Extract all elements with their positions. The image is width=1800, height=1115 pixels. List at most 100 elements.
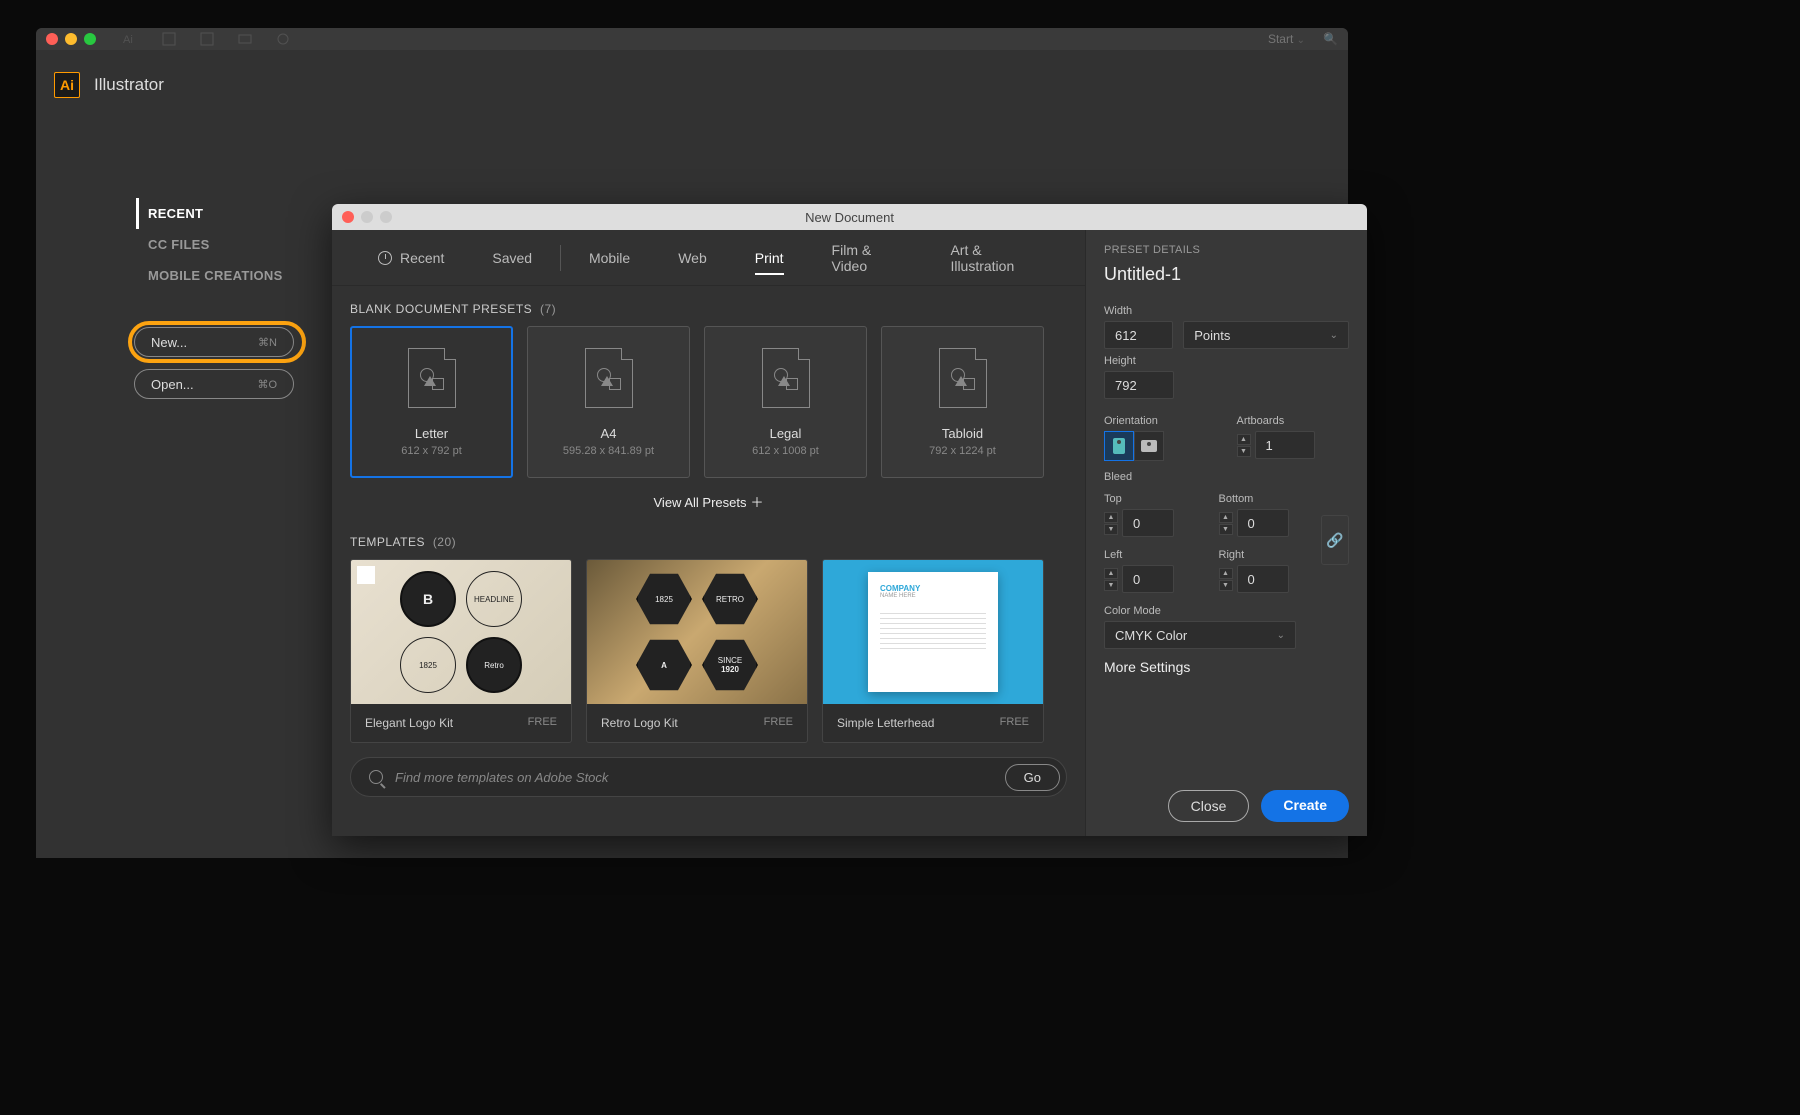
open-shortcut: ⌘O xyxy=(257,378,277,391)
dialog-footer: Close Create xyxy=(1104,774,1349,822)
units-select[interactable]: Points⌄ xyxy=(1183,321,1349,349)
bleed-bottom-up[interactable]: ▲ xyxy=(1219,512,1233,523)
sidebar-item-mobile[interactable]: MOBILE CREATIONS xyxy=(136,260,306,291)
landscape-icon xyxy=(1141,440,1157,452)
dialog-main: Recent Saved Mobile Web Print Film & Vid… xyxy=(332,230,1085,836)
more-settings[interactable]: More Settings xyxy=(1104,659,1349,675)
bleed-bottom-input[interactable]: 0 xyxy=(1237,509,1289,537)
panel-header: PRESET DETAILS xyxy=(1104,244,1349,256)
template-thumbnail: COMPANY NAME HERE xyxy=(823,560,1043,704)
orientation-portrait[interactable] xyxy=(1104,431,1134,461)
template-thumbnail: B HEADLINE 1825 Retro xyxy=(351,560,571,704)
artboards-down[interactable]: ▼ xyxy=(1237,446,1251,457)
app-logo-icon: Ai xyxy=(54,72,80,98)
preset-letter[interactable]: Letter 612 x 792 pt xyxy=(350,326,513,478)
sidebar-item-ccfiles[interactable]: CC FILES xyxy=(136,229,306,260)
bleed-left-label: Left xyxy=(1104,549,1199,561)
orientation-landscape[interactable] xyxy=(1134,431,1164,461)
tab-art-illustration[interactable]: Art & Illustration xyxy=(926,230,1063,285)
view-all-presets[interactable]: View All Presets＋ xyxy=(332,478,1085,519)
app-right-menu: Start ⌄ 🔍 xyxy=(1268,32,1338,46)
bleed-top-up[interactable]: ▲ xyxy=(1104,512,1118,523)
preset-tabloid[interactable]: Tabloid 792 x 1224 pt xyxy=(881,326,1044,478)
artboards-input[interactable]: 1 xyxy=(1255,431,1315,459)
create-button[interactable]: Create xyxy=(1261,790,1349,822)
window-zoom-icon[interactable] xyxy=(84,33,96,45)
dialog-zoom-icon xyxy=(380,211,392,223)
document-icon xyxy=(762,348,810,408)
open-button-label: Open... xyxy=(151,377,194,392)
tab-mobile[interactable]: Mobile xyxy=(565,230,654,285)
document-title[interactable]: Untitled-1 xyxy=(1104,264,1349,285)
dialog-title: New Document xyxy=(805,210,894,225)
bleed-top-down[interactable]: ▼ xyxy=(1104,524,1118,535)
start-sidebar: RECENT CC FILES MOBILE CREATIONS New... … xyxy=(136,198,306,399)
preset-details-panel: PRESET DETAILS Untitled-1 Width 612 Poin… xyxy=(1085,230,1367,836)
bleed-left-input[interactable]: 0 xyxy=(1122,565,1174,593)
template-simple-letterhead[interactable]: COMPANY NAME HERE Simple Letterhead FREE xyxy=(822,559,1044,743)
document-icon xyxy=(408,348,456,408)
height-input[interactable]: 792 xyxy=(1104,371,1174,399)
sidebar-item-recent[interactable]: RECENT xyxy=(136,198,306,229)
clock-icon xyxy=(378,251,392,265)
template-retro-logo[interactable]: 1825 RETRO A SINCE1920 Retro Logo Kit FR… xyxy=(586,559,808,743)
chevron-down-icon: ⌄ xyxy=(1330,330,1338,341)
bleed-left-down[interactable]: ▼ xyxy=(1104,580,1118,591)
window-close-icon[interactable] xyxy=(46,33,58,45)
search-placeholder: Find more templates on Adobe Stock xyxy=(395,770,993,785)
orientation-label: Orientation xyxy=(1104,415,1217,427)
app-name: Illustrator xyxy=(94,75,164,95)
go-button[interactable]: Go xyxy=(1005,764,1060,791)
menubar-tool-icons: Ai xyxy=(123,31,291,47)
tutorial-highlight-ring: New... ⌘N xyxy=(128,321,306,363)
tab-recent[interactable]: Recent xyxy=(354,230,468,285)
open-button[interactable]: Open... ⌘O xyxy=(134,369,294,399)
svg-text:Ai: Ai xyxy=(123,34,133,46)
new-button[interactable]: New... ⌘N xyxy=(134,327,294,357)
tab-saved[interactable]: Saved xyxy=(468,230,556,285)
window-minimize-icon[interactable] xyxy=(65,33,77,45)
bleed-bottom-down[interactable]: ▼ xyxy=(1219,524,1233,535)
templates-header: TEMPLATES (20) xyxy=(332,519,1085,559)
tab-divider xyxy=(560,245,561,271)
stock-search[interactable]: Find more templates on Adobe Stock Go xyxy=(350,757,1067,797)
search-icon xyxy=(369,770,383,784)
new-document-dialog: New Document Recent Saved Mobile Web Pri… xyxy=(332,204,1367,836)
artboards-label: Artboards xyxy=(1237,415,1350,427)
width-label: Width xyxy=(1104,305,1349,317)
bleed-right-up[interactable]: ▲ xyxy=(1219,568,1233,579)
chevron-down-icon: ⌄ xyxy=(1277,630,1285,641)
portrait-icon xyxy=(1113,438,1125,454)
document-icon xyxy=(585,348,633,408)
tab-film-video[interactable]: Film & Video xyxy=(808,230,927,285)
template-row: B HEADLINE 1825 Retro Elegant Logo Kit F… xyxy=(332,559,1085,743)
tab-print[interactable]: Print xyxy=(731,230,808,285)
dialog-minimize-icon xyxy=(361,211,373,223)
preset-a4[interactable]: A4 595.28 x 841.89 pt xyxy=(527,326,690,478)
close-button[interactable]: Close xyxy=(1168,790,1250,822)
bleed-left-up[interactable]: ▲ xyxy=(1104,568,1118,579)
artboards-up[interactable]: ▲ xyxy=(1237,434,1251,445)
link-bleed-icon[interactable]: 🔗 xyxy=(1321,515,1349,565)
app-titlebar: Ai Start ⌄ 🔍 xyxy=(36,28,1348,50)
template-thumbnail: 1825 RETRO A SINCE1920 xyxy=(587,560,807,704)
tab-web[interactable]: Web xyxy=(654,230,731,285)
dialog-close-icon[interactable] xyxy=(342,211,354,223)
preset-legal[interactable]: Legal 612 x 1008 pt xyxy=(704,326,867,478)
width-input[interactable]: 612 xyxy=(1104,321,1173,349)
bleed-right-label: Right xyxy=(1219,549,1314,561)
color-mode-label: Color Mode xyxy=(1104,605,1349,617)
start-menu[interactable]: Start ⌄ xyxy=(1268,32,1305,46)
search-icon[interactable]: 🔍 xyxy=(1323,32,1338,46)
new-button-label: New... xyxy=(151,335,187,350)
bleed-right-input[interactable]: 0 xyxy=(1237,565,1289,593)
color-mode-select[interactable]: CMYK Color⌄ xyxy=(1104,621,1296,649)
dialog-titlebar: New Document xyxy=(332,204,1367,230)
bleed-top-input[interactable]: 0 xyxy=(1122,509,1174,537)
category-tabs: Recent Saved Mobile Web Print Film & Vid… xyxy=(332,230,1085,286)
height-label: Height xyxy=(1104,355,1349,367)
template-elegant-logo[interactable]: B HEADLINE 1825 Retro Elegant Logo Kit F… xyxy=(350,559,572,743)
bleed-right-down[interactable]: ▼ xyxy=(1219,580,1233,591)
document-icon xyxy=(939,348,987,408)
preset-row: Letter 612 x 792 pt A4 595.28 x 841.89 p… xyxy=(332,326,1085,478)
